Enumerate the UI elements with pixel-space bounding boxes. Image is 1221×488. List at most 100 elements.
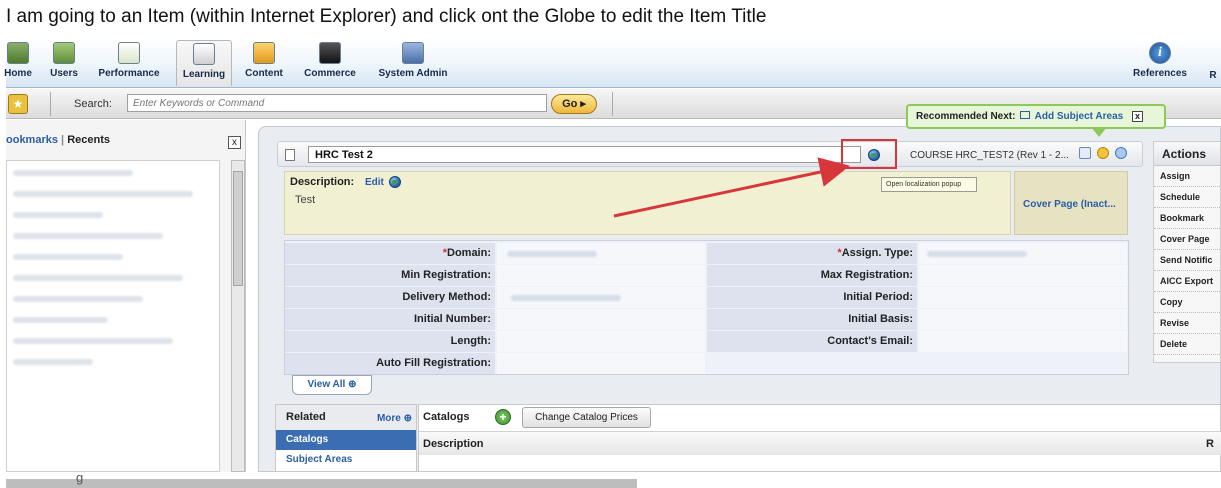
- related-item-subject-areas[interactable]: Subject Areas: [276, 450, 416, 470]
- nav-system-admin[interactable]: System Admin: [376, 40, 450, 86]
- field-row: Delivery Method:: [285, 287, 705, 309]
- recents-tab[interactable]: Recents: [67, 134, 110, 146]
- home-icon: [7, 42, 29, 64]
- search-input[interactable]: [127, 94, 547, 112]
- course-id: COURSE HRC_TEST2 (Rev 1 - 2...: [910, 150, 1069, 161]
- search-label: Search:: [74, 98, 112, 110]
- list-item[interactable]: [13, 170, 133, 176]
- content-icon: [253, 42, 275, 64]
- domain-label: Domain:: [447, 247, 491, 259]
- action-cover-page[interactable]: Cover Page: [1154, 229, 1220, 250]
- nav-content[interactable]: Content: [240, 40, 288, 86]
- add-subject-areas-link[interactable]: Add Subject Areas: [1035, 111, 1124, 122]
- auto-fill-registration-value: [497, 353, 705, 374]
- document-icon: [285, 149, 295, 161]
- column-header-cutoff[interactable]: R: [1206, 438, 1214, 450]
- favorites-star-icon[interactable]: ★: [8, 94, 28, 114]
- nav-cutoff[interactable]: R: [1207, 70, 1219, 84]
- action-schedule[interactable]: Schedule: [1154, 187, 1220, 208]
- field-row: Length:: [285, 331, 705, 353]
- assign-type-label: Assign. Type:: [841, 247, 913, 259]
- change-catalog-prices-button[interactable]: Change Catalog Prices: [522, 407, 651, 428]
- list-item[interactable]: [13, 317, 108, 323]
- action-bookmark[interactable]: Bookmark: [1154, 208, 1220, 229]
- view-all-button[interactable]: View All ⊕: [292, 375, 372, 395]
- action-delete[interactable]: Delete: [1154, 334, 1220, 355]
- list-item[interactable]: [13, 338, 173, 344]
- min-registration-value: [497, 265, 705, 286]
- redacted-value: [511, 295, 621, 301]
- nav-references-label: References: [1133, 68, 1187, 79]
- list-item[interactable]: [13, 254, 123, 260]
- assign-type-value: [919, 243, 1127, 264]
- description-text: Test: [295, 194, 316, 206]
- nav-content-label: Content: [245, 68, 283, 79]
- max-registration-label: Max Registration:: [707, 265, 917, 286]
- close-panel-button[interactable]: x: [228, 136, 241, 149]
- initial-basis-label: Initial Basis:: [707, 309, 917, 330]
- close-recommended-button[interactable]: x: [1132, 111, 1143, 122]
- max-registration-value: [919, 265, 1127, 286]
- list-item[interactable]: [13, 275, 183, 281]
- lightbulb-icon[interactable]: [1097, 147, 1109, 159]
- commerce-icon: [319, 42, 341, 64]
- go-button[interactable]: Go ▸: [551, 94, 597, 114]
- list-item[interactable]: [13, 233, 163, 239]
- tab-separator: |: [61, 134, 65, 146]
- scrollbar-thumb[interactable]: [233, 171, 243, 286]
- description-edit-link[interactable]: Edit: [365, 177, 384, 188]
- action-assign[interactable]: Assign: [1154, 166, 1220, 187]
- nav-home-label: Home: [4, 68, 32, 79]
- performance-icon: [118, 42, 140, 64]
- item-title-field[interactable]: [308, 146, 861, 163]
- nav-users[interactable]: Users: [46, 40, 82, 86]
- initial-period-value: [919, 287, 1127, 308]
- field-row: Min Registration:: [285, 265, 705, 287]
- list-item[interactable]: [13, 212, 103, 218]
- cover-page-link[interactable]: Cover Page (Inact...: [1023, 199, 1116, 210]
- subject-areas-icon: [1020, 111, 1031, 119]
- action-send-notification[interactable]: Send Notific: [1154, 250, 1220, 271]
- nav-references[interactable]: i References: [1128, 40, 1192, 86]
- cover-page-box: Cover Page (Inact...: [1014, 171, 1128, 235]
- toolbar-divider: [50, 92, 51, 116]
- nav-commerce[interactable]: Commerce: [300, 40, 360, 86]
- nav-learning[interactable]: Learning: [176, 40, 232, 86]
- list-item[interactable]: [13, 191, 193, 197]
- nav-commerce-label: Commerce: [304, 68, 356, 79]
- nav-performance[interactable]: Performance: [94, 40, 164, 86]
- users-icon: [53, 42, 75, 64]
- recommended-next-callout: Recommended Next: Add Subject Areas x: [906, 104, 1166, 137]
- panel-scrollbar[interactable]: [231, 160, 245, 472]
- info-icon: i: [1149, 42, 1171, 64]
- nav-users-label: Users: [50, 68, 78, 79]
- list-item[interactable]: [13, 359, 93, 365]
- action-aicc-export[interactable]: AICC Export: [1154, 271, 1220, 292]
- bookmarks-tab[interactable]: ookmarks: [6, 134, 58, 146]
- toolbar-divider: [612, 92, 613, 116]
- description-column-header[interactable]: Description: [423, 438, 484, 450]
- field-row: Auto Fill Registration:: [285, 353, 705, 375]
- add-catalog-icon[interactable]: +: [495, 409, 511, 425]
- help-icon[interactable]: [1115, 147, 1127, 159]
- top-navigation: Home Users Performance Learning Content …: [4, 38, 1221, 88]
- actions-title: Actions: [1154, 142, 1220, 166]
- initial-basis-value: [919, 309, 1127, 330]
- callout-pointer: [1091, 127, 1107, 137]
- related-item-catalogs[interactable]: Catalogs: [276, 430, 416, 450]
- localization-tooltip: Open localization popup: [881, 177, 977, 192]
- action-revise[interactable]: Revise: [1154, 313, 1220, 334]
- action-copy[interactable]: Copy: [1154, 292, 1220, 313]
- annotation-highlight-box: [841, 139, 897, 169]
- related-panel: Related More ⊕ Catalogs Subject Areas: [275, 404, 417, 472]
- catalogs-column-header: Description R: [419, 431, 1221, 455]
- details-icon[interactable]: [1079, 147, 1091, 159]
- bookmarks-panel: ookmarks | Recents x: [6, 120, 246, 472]
- nav-home[interactable]: Home: [0, 40, 36, 86]
- description-globe-icon[interactable]: [389, 176, 401, 188]
- list-item[interactable]: [13, 296, 143, 302]
- nav-performance-label: Performance: [98, 68, 160, 79]
- initial-number-label: Initial Number:: [285, 309, 495, 330]
- field-row: *Domain:: [285, 243, 705, 265]
- related-more-link[interactable]: More ⊕: [377, 413, 412, 424]
